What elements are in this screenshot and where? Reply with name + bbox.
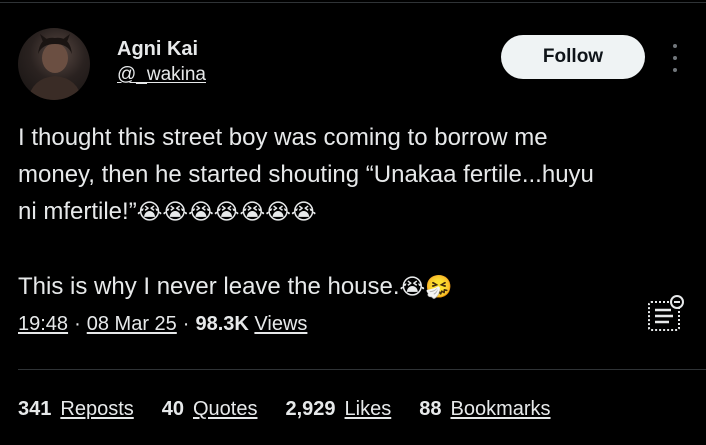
- tweet-line-4: This is why I never leave the house.: [18, 273, 400, 300]
- avatar[interactable]: [18, 28, 90, 100]
- quotes-stat[interactable]: 40 Quotes: [162, 398, 258, 421]
- tweet-line-1: I thought this street boy was coming to …: [18, 124, 548, 151]
- likes-count: 2,929: [285, 398, 336, 420]
- top-divider: [0, 2, 706, 3]
- bookmarks-stat[interactable]: 88 Bookmarks: [419, 398, 550, 421]
- more-vertical-icon[interactable]: [670, 44, 680, 72]
- quotes-count: 40: [161, 398, 184, 420]
- tweet-time[interactable]: 19:48: [18, 313, 68, 336]
- meta-separator: ·: [182, 313, 190, 335]
- quotes-label: Quotes: [193, 398, 258, 420]
- views-count: 98.3K: [195, 313, 249, 335]
- tweet-date[interactable]: 08 Mar 25: [87, 313, 177, 336]
- crying-face-emojis: 😭😭😭😭😭😭😭: [136, 200, 317, 225]
- author-name[interactable]: Agni Kai: [117, 38, 198, 61]
- reposts-count: 341: [18, 398, 52, 420]
- bookmarks-label: Bookmarks: [450, 398, 551, 420]
- engagement-stats: 341 Reposts 40 Quotes 2,929 Likes 88 Boo…: [18, 398, 579, 421]
- tweet-line-2: money, then he started shouting “Unakaa …: [18, 161, 594, 188]
- likes-label: Likes: [344, 398, 392, 420]
- stats-divider: [18, 369, 706, 370]
- more-dot: [673, 68, 677, 72]
- likes-stat[interactable]: 2,929 Likes: [285, 398, 391, 421]
- analytics-icon-graphic: [648, 295, 684, 331]
- crying-sneezing-emojis: 😭🤧: [399, 275, 453, 300]
- bookmarks-count: 88: [419, 398, 442, 420]
- avatar-image: [28, 34, 82, 100]
- reposts-label: Reposts: [60, 398, 134, 420]
- more-dot: [673, 56, 677, 60]
- tweet-meta: 19:48 · 08 Mar 25 · 98.3K Views: [18, 313, 307, 336]
- meta-separator: ·: [74, 313, 81, 335]
- author-handle[interactable]: @_wakina: [117, 64, 206, 86]
- tweet-text: I thought this street boy was coming to …: [18, 119, 688, 306]
- reposts-stat[interactable]: 341 Reposts: [18, 398, 134, 421]
- views-label: Views: [254, 313, 308, 335]
- follow-button[interactable]: Follow: [501, 35, 645, 79]
- more-dot: [673, 44, 677, 48]
- analytics-icon[interactable]: [643, 294, 687, 334]
- tweet-line-3: ni mfertile!”: [18, 198, 137, 225]
